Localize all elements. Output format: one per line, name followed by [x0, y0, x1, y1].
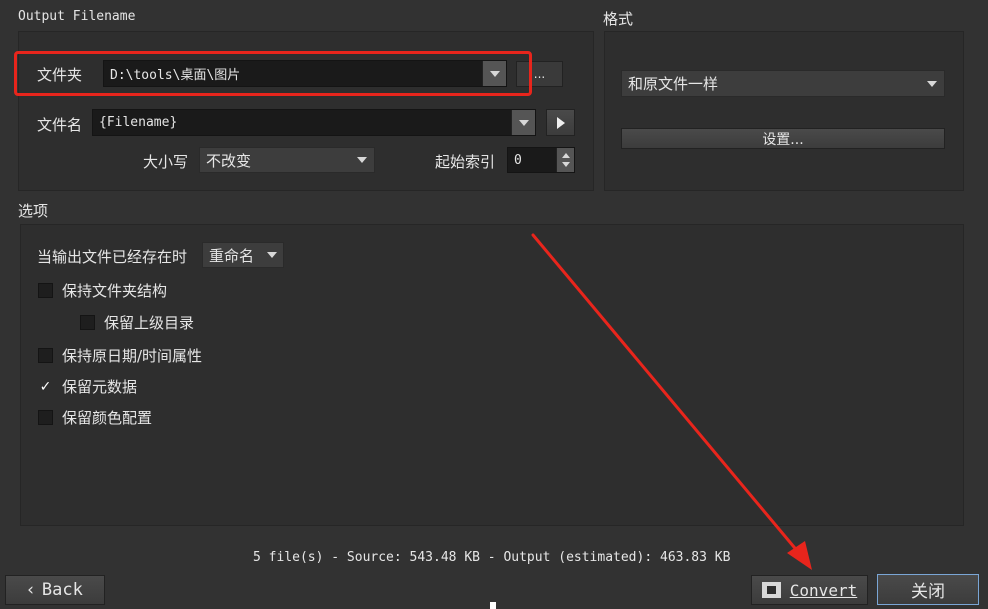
keep-datetime-checkbox[interactable]	[38, 348, 53, 363]
format-panel	[604, 31, 964, 191]
keep-color-profile-option[interactable]: 保留颜色配置	[38, 407, 152, 428]
keep-folder-structure-checkbox[interactable]	[38, 283, 53, 298]
format-dropdown-arrow[interactable]	[920, 71, 944, 96]
case-combo[interactable]: 不改变	[199, 147, 375, 173]
keep-folder-structure-option[interactable]: 保持文件夹结构	[38, 280, 167, 301]
output-filename-title: Output Filename	[18, 9, 136, 24]
start-index-label: 起始索引	[435, 153, 496, 171]
keep-metadata-label: 保留元数据	[62, 378, 138, 396]
options-title: 选项	[18, 202, 49, 220]
spin-up-icon[interactable]	[561, 152, 570, 158]
keep-datetime-option[interactable]: 保持原日期/时间属性	[38, 345, 202, 366]
format-settings-button[interactable]: 设置...	[621, 128, 945, 149]
filename-value: {Filename}	[99, 115, 178, 130]
case-dropdown-arrow[interactable]	[350, 148, 374, 172]
format-title: 格式	[603, 10, 634, 28]
filename-label: 文件名	[37, 116, 83, 134]
chevron-down-icon	[357, 157, 367, 163]
chevron-left-icon: ‹	[27, 580, 34, 600]
options-panel	[20, 224, 964, 526]
mouse-cursor	[490, 602, 496, 609]
filename-insert-button[interactable]	[546, 109, 575, 136]
convert-label: Convert	[789, 580, 858, 600]
annotation-highlight-box	[14, 51, 532, 96]
status-summary: 5 file(s) - Source: 543.48 KB - Output (…	[253, 550, 731, 565]
keep-folder-structure-label: 保持文件夹结构	[62, 282, 168, 300]
convert-film-icon	[761, 582, 781, 598]
checkmark-icon: ✓	[39, 378, 52, 395]
keep-parent-dir-checkbox[interactable]	[80, 315, 95, 330]
back-label: Back	[41, 580, 83, 600]
spinner-arrows[interactable]	[556, 148, 574, 172]
close-button[interactable]: 关闭	[877, 574, 979, 605]
keep-color-profile-checkbox[interactable]	[38, 410, 53, 425]
format-value: 和原文件一样	[628, 75, 719, 93]
keep-datetime-label: 保持原日期/时间属性	[62, 347, 203, 365]
chevron-down-icon	[927, 80, 937, 87]
keep-parent-dir-label: 保留上级目录	[104, 314, 195, 332]
start-index-value: 0	[514, 152, 522, 168]
play-right-icon	[556, 116, 565, 129]
keep-metadata-option[interactable]: ✓ 保留元数据	[38, 376, 137, 397]
file-exists-label: 当输出文件已经存在时	[37, 248, 188, 266]
start-index-spinbox[interactable]: 0	[507, 147, 575, 173]
filename-dropdown-arrow[interactable]	[511, 110, 535, 135]
keep-color-profile-label: 保留颜色配置	[62, 409, 153, 427]
format-combo[interactable]: 和原文件一样	[621, 70, 945, 97]
convert-button[interactable]: Convert	[751, 575, 868, 605]
case-label: 大小写	[143, 153, 189, 171]
file-exists-value: 重命名	[209, 246, 255, 265]
back-button[interactable]: ‹ Back	[5, 575, 105, 605]
filename-combo[interactable]: {Filename}	[92, 109, 536, 136]
case-value: 不改变	[206, 151, 252, 170]
annotation-arrow-head	[787, 541, 812, 570]
spin-down-icon[interactable]	[561, 162, 570, 168]
chevron-down-icon	[518, 119, 529, 126]
keep-parent-dir-option[interactable]: 保留上级目录	[80, 312, 194, 333]
keep-metadata-checkbox[interactable]: ✓	[38, 379, 53, 394]
file-exists-dropdown-arrow[interactable]	[261, 243, 283, 267]
chevron-down-icon	[267, 252, 277, 258]
file-exists-combo[interactable]: 重命名	[202, 242, 284, 268]
